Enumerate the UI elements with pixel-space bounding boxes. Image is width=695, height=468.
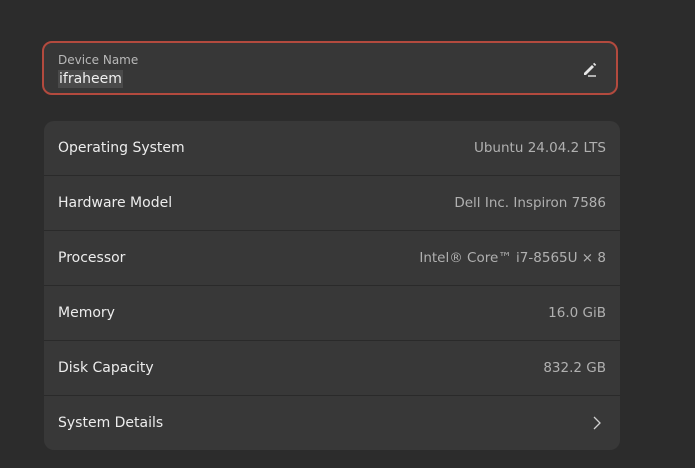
row-label: Disk Capacity [58,360,154,376]
device-name-input[interactable]: ifraheem [58,70,123,88]
row-value: 832.2 GB [543,360,606,376]
row-label: Processor [58,250,126,266]
row-disk-capacity: Disk Capacity 832.2 GB [44,341,620,396]
device-name-field[interactable]: Device Name ifraheem [42,41,618,95]
chevron-right-icon [593,416,601,430]
system-details-button[interactable]: System Details [44,396,620,450]
system-details-label: System Details [58,415,164,431]
row-label: Memory [58,305,115,321]
row-value: 16.0 GiB [548,305,606,321]
row-value: Ubuntu 24.04.2 LTS [473,140,606,156]
row-value: Dell Inc. Inspiron 7586 [454,195,606,211]
device-name-caption: Device Name [58,53,139,67]
pencil-edit-icon[interactable] [582,61,598,77]
about-page: Device Name ifraheem Operating System Ub… [0,0,695,468]
row-processor: Processor Intel® Core™ i7-8565U × 8 [44,231,620,286]
row-operating-system: Operating System Ubuntu 24.04.2 LTS [44,121,620,176]
row-value: Intel® Core™ i7-8565U × 8 [419,250,606,266]
system-info-list: Operating System Ubuntu 24.04.2 LTS Hard… [44,121,620,450]
row-memory: Memory 16.0 GiB [44,286,620,341]
row-hardware-model: Hardware Model Dell Inc. Inspiron 7586 [44,176,620,231]
row-label: Hardware Model [58,195,173,211]
row-label: Operating System [58,140,185,156]
